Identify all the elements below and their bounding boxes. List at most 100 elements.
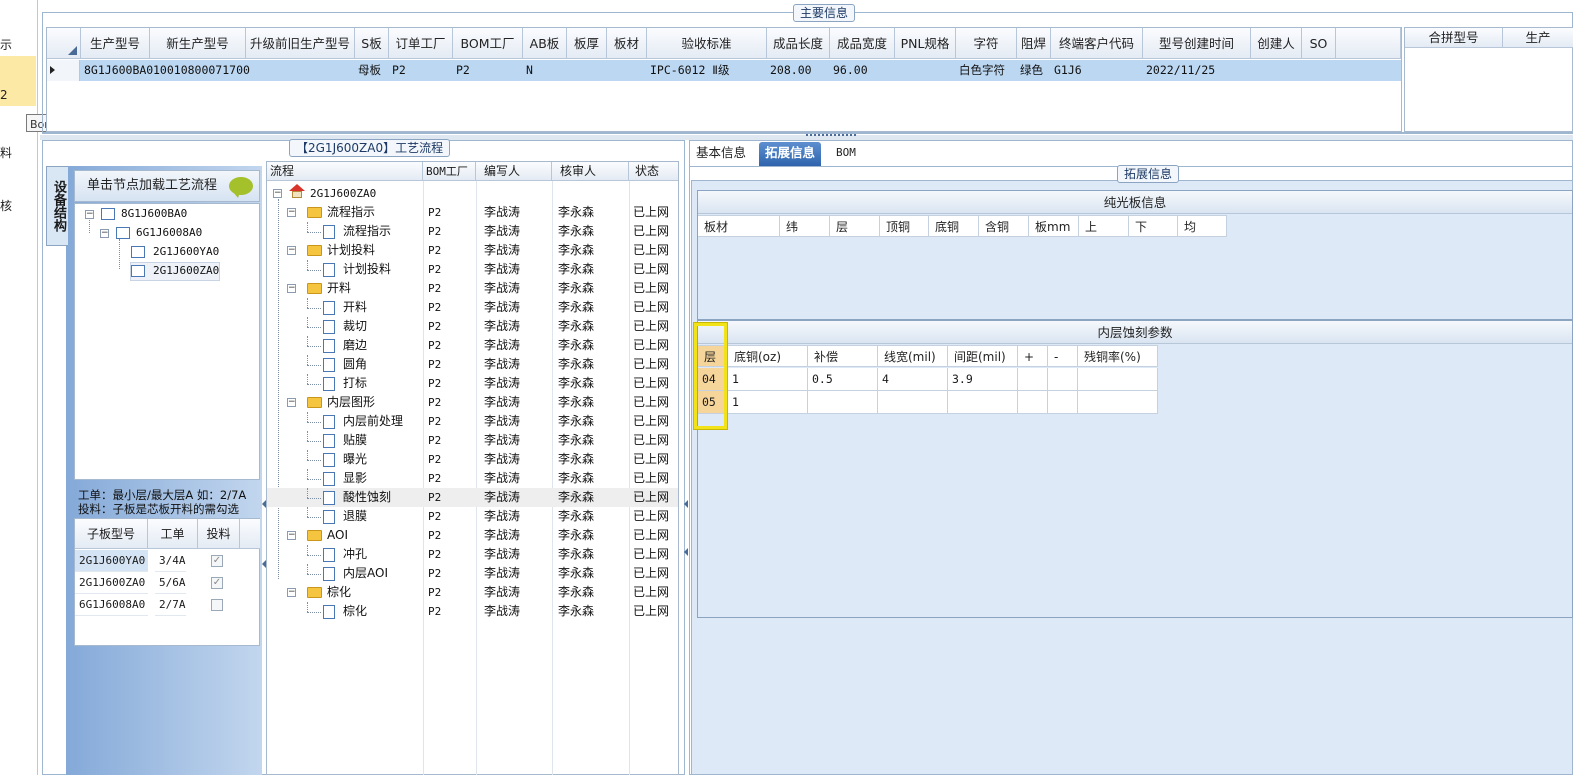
col-header[interactable]: 含铜 xyxy=(979,215,1029,237)
col-header[interactable]: 生产型号 xyxy=(81,28,150,59)
col-header[interactable]: - xyxy=(1048,345,1078,367)
process-step[interactable]: 酸性蚀刻 xyxy=(343,488,391,507)
cell-created[interactable]: 2022/11/25 xyxy=(1143,60,1215,81)
cell-s-board[interactable]: 母板 xyxy=(355,60,381,81)
cell-width[interactable]: 96.00 xyxy=(830,60,868,81)
process-step[interactable]: 显影 xyxy=(343,469,367,488)
splitter-grip[interactable] xyxy=(806,134,856,138)
left-nav-item[interactable]: 核 xyxy=(0,197,12,214)
cell-creator[interactable] xyxy=(1251,60,1254,81)
col-header[interactable]: 成品宽度 xyxy=(830,28,895,59)
feed-checkbox[interactable]: ✓ xyxy=(211,577,223,589)
col-header[interactable]: 核审人 xyxy=(552,162,629,181)
etch-cell[interactable] xyxy=(1048,368,1078,391)
col-header[interactable]: SO xyxy=(1302,28,1336,59)
process-step[interactable]: 开料 xyxy=(343,298,367,317)
col-header[interactable]: 新生产型号 xyxy=(150,28,246,59)
tab-extended-info[interactable]: 拓展信息 xyxy=(759,142,822,166)
col-header[interactable]: 阻焊 xyxy=(1017,28,1051,59)
process-step[interactable]: 曝光 xyxy=(343,450,367,469)
feed-checkbox[interactable] xyxy=(211,599,223,611)
process-step[interactable]: 流程指示 xyxy=(343,222,391,241)
sub-model[interactable]: 2G1J600ZA0 xyxy=(75,572,148,594)
col-header[interactable]: 底铜 xyxy=(929,215,979,237)
cell-char[interactable]: 白色字符 xyxy=(956,60,1005,81)
col-header[interactable]: 工单 xyxy=(148,519,198,549)
sub-model[interactable]: 2G1J600YA0 xyxy=(75,550,148,572)
tree-node[interactable]: 2G1J600YA0 xyxy=(153,243,219,261)
process-step-group[interactable]: 计划投料 xyxy=(327,241,375,260)
col-header[interactable]: 底铜(oz) xyxy=(728,345,808,367)
process-step[interactable]: 退膜 xyxy=(343,507,367,526)
process-step[interactable]: 内层前处理 xyxy=(343,412,403,431)
col-header[interactable]: 成品长度 xyxy=(767,28,830,59)
process-step-group[interactable]: 流程指示 xyxy=(327,203,375,222)
col-header[interactable]: 板mm xyxy=(1029,215,1079,237)
col-header[interactable]: 终端客户代码 xyxy=(1051,28,1143,59)
collapse-icon[interactable]: − xyxy=(100,229,109,238)
tree-node[interactable]: 6G1J6008A0 xyxy=(136,224,202,242)
col-header[interactable]: AB板 xyxy=(523,28,567,59)
grid-corner[interactable] xyxy=(47,28,81,59)
tree-node-selected[interactable]: 2G1J600ZA0 xyxy=(153,262,219,280)
collapse-left-arrow-icon[interactable] xyxy=(684,500,688,508)
col-header[interactable]: S板 xyxy=(355,28,389,59)
cell-length[interactable]: 208.00 xyxy=(767,60,812,81)
etch-cell[interactable]: 3.9 xyxy=(948,368,1018,391)
col-header[interactable]: 纬 xyxy=(780,215,830,237)
etch-cell[interactable] xyxy=(1078,391,1158,414)
etch-cell[interactable] xyxy=(948,391,1018,414)
col-header[interactable]: BOM工厂 xyxy=(453,28,523,59)
feed-checkbox[interactable]: ✓ xyxy=(211,555,223,567)
col-header[interactable]: 板材 xyxy=(607,28,647,59)
col-header[interactable]: 升级前旧生产型号 xyxy=(246,28,355,59)
process-step-group[interactable]: 内层图形 xyxy=(327,393,375,412)
col-header[interactable]: 补偿 xyxy=(808,345,878,367)
col-header[interactable]: 层 xyxy=(830,215,880,237)
cell-pnl[interactable] xyxy=(895,60,898,81)
left-nav-item[interactable]: 2 xyxy=(0,88,8,102)
col-header[interactable]: 合拼型号 xyxy=(1405,28,1503,48)
cell-new-model[interactable]: 10010800071700 xyxy=(150,60,250,81)
col-header[interactable]: 创建人 xyxy=(1251,28,1302,59)
col-header[interactable]: 型号创建时间 xyxy=(1143,28,1251,59)
process-step[interactable]: 贴膜 xyxy=(343,431,367,450)
process-step-group[interactable]: AOI xyxy=(327,526,348,545)
sub-model[interactable]: 6G1J6008A0 xyxy=(75,594,148,616)
collapse-icon[interactable]: − xyxy=(273,189,282,198)
etch-cell[interactable]: 1 xyxy=(728,368,808,391)
col-header[interactable]: 订单工厂 xyxy=(389,28,453,59)
cell-order-factory[interactable]: P2 xyxy=(389,60,406,81)
col-header[interactable]: + xyxy=(1018,345,1048,367)
process-step[interactable]: 计划投料 xyxy=(343,260,391,279)
tree-node[interactable]: 8G1J600BA0 xyxy=(121,205,187,223)
cell-solder[interactable]: 绿色 xyxy=(1017,60,1043,81)
left-nav-item[interactable]: 示 xyxy=(0,36,12,53)
process-step[interactable]: 内层AOI xyxy=(343,564,388,583)
process-step[interactable]: 棕化 xyxy=(343,602,367,621)
col-header[interactable]: 编写人 xyxy=(476,162,552,181)
cell-model[interactable]: 8G1J600BA0 xyxy=(81,60,153,81)
cell-customer[interactable]: G1J6 xyxy=(1051,60,1082,81)
cell-material[interactable] xyxy=(607,60,610,81)
process-step[interactable]: 裁切 xyxy=(343,317,367,336)
collapse-icon[interactable]: − xyxy=(287,531,296,540)
etch-cell[interactable]: 4 xyxy=(878,368,948,391)
tab-equipment-structure[interactable]: 设备结构 xyxy=(46,166,68,246)
col-header[interactable]: 子板型号 xyxy=(75,519,148,549)
cell-ab-board[interactable]: N xyxy=(523,60,533,81)
sub-order[interactable]: 3/4A xyxy=(155,550,186,572)
process-step[interactable]: 冲孔 xyxy=(343,545,367,564)
collapse-icon[interactable]: − xyxy=(287,246,296,255)
col-header[interactable]: 线宽(mil) xyxy=(878,345,948,367)
col-header[interactable]: 下 xyxy=(1129,215,1178,237)
col-header[interactable]: 字符 xyxy=(956,28,1017,59)
process-step[interactable]: 圆角 xyxy=(343,355,367,374)
etch-cell[interactable] xyxy=(1018,368,1048,391)
process-step-group[interactable]: 开料 xyxy=(327,279,351,298)
collapse-icon[interactable]: − xyxy=(287,208,296,217)
process-step-group[interactable]: 棕化 xyxy=(327,583,351,602)
sub-order[interactable]: 2/7A xyxy=(155,594,186,616)
etch-cell[interactable] xyxy=(1078,368,1158,391)
cell-standard[interactable]: IPC-6012 Ⅱ级 xyxy=(647,60,729,81)
